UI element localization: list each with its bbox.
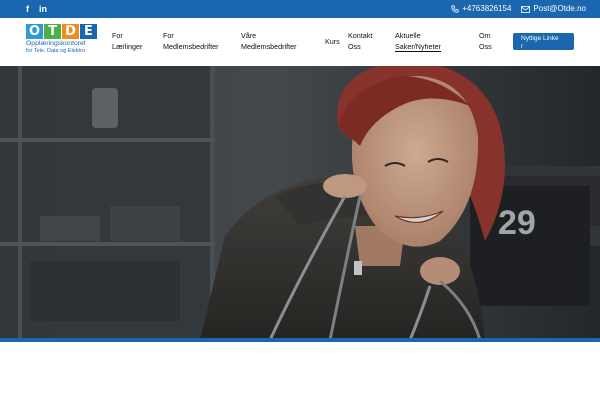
- nav-item-kontakt-oss[interactable]: Kontakt Oss: [348, 30, 372, 52]
- logo-letter-o: O: [26, 24, 43, 39]
- useful-links-button[interactable]: Nyttige Linke r: [513, 33, 574, 50]
- contact-info: +4763826154 Post@Otde.no: [451, 3, 586, 15]
- hero-accent-bar: [0, 338, 600, 342]
- site-header: O T D E Opplæringskontoret for Tele, Dat…: [0, 18, 600, 66]
- email-link[interactable]: Post@Otde.no: [521, 3, 586, 15]
- envelope-icon: [521, 5, 531, 13]
- phone-icon: [451, 5, 459, 13]
- otde-logo[interactable]: O T D E Opplæringskontoret for Tele, Dat…: [26, 24, 100, 60]
- linkedin-icon[interactable]: in: [39, 3, 47, 15]
- phone-number: +4763826154: [462, 4, 512, 13]
- phone-link[interactable]: +4763826154: [451, 3, 511, 15]
- social-links: f in: [26, 3, 47, 15]
- nav-item-laerlinger[interactable]: For Lærlinger: [112, 30, 142, 52]
- facebook-icon[interactable]: f: [26, 3, 29, 15]
- logo-letter-d: D: [62, 24, 79, 39]
- logo-letters: O T D E: [26, 24, 100, 39]
- hero-image: 29: [0, 66, 600, 340]
- email-address: Post@Otde.no: [533, 4, 586, 13]
- nav-item-vare-medlemsbedrifter[interactable]: Våre Medlemsbedrifter: [241, 30, 297, 52]
- top-bar: f in +4763826154 Post@Otde.no: [0, 0, 600, 18]
- logo-letter-e: E: [80, 24, 97, 39]
- hero-photo: 29: [0, 66, 600, 340]
- nav-item-kurs[interactable]: Kurs: [325, 36, 340, 47]
- logo-tagline: Opplæringskontoret: [26, 40, 86, 47]
- nav-item-om-oss[interactable]: Om Oss: [479, 30, 492, 52]
- logo-subtagline: for Tele, Data og Elektro: [26, 48, 85, 54]
- nav-item-for-medlemsbedrifter[interactable]: For Medlemsbedrifter: [163, 30, 219, 52]
- logo-letter-t: T: [44, 24, 61, 39]
- nav-item-aktuelle-saker[interactable]: Aktuelle Saker/Nyheter: [395, 30, 441, 52]
